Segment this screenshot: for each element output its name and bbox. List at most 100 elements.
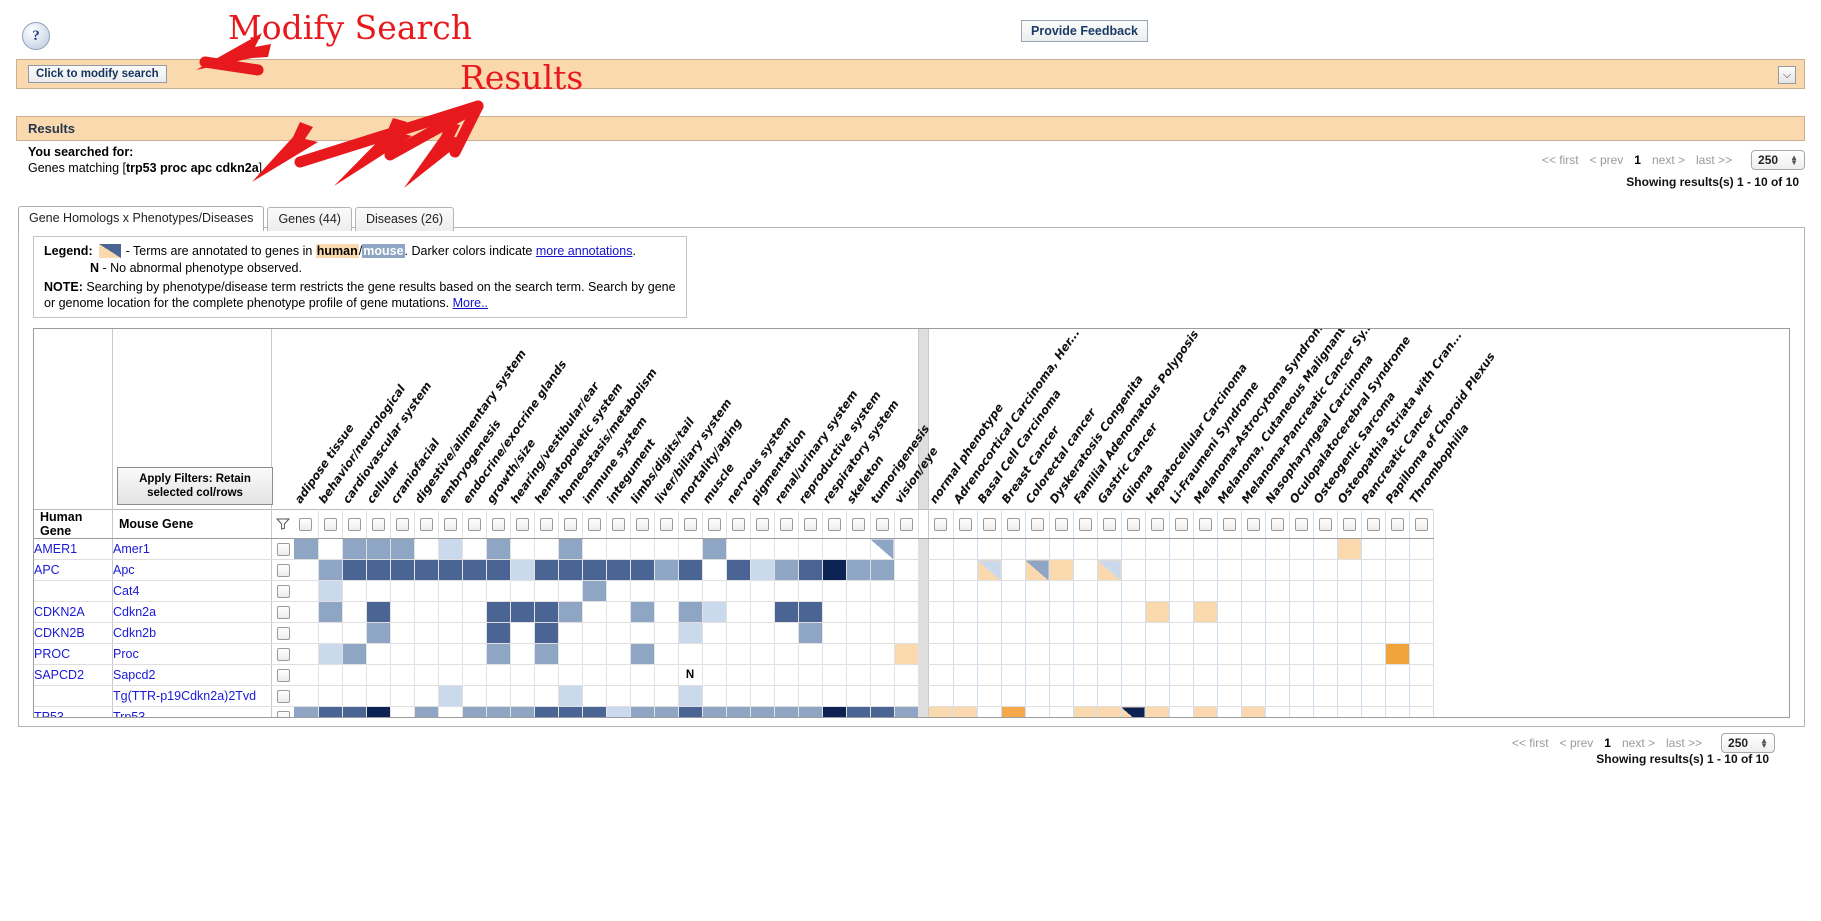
matrix-cell-phenotype[interactable]	[294, 559, 319, 581]
phenotype-column-checkbox-cell[interactable]	[486, 509, 511, 539]
disease-column-checkbox-cell[interactable]	[1385, 509, 1410, 539]
matrix-cell-phenotype[interactable]	[462, 643, 487, 665]
matrix-cell-disease[interactable]	[1001, 601, 1026, 623]
matrix-cell-phenotype[interactable]	[798, 580, 823, 602]
matrix-cell-phenotype[interactable]	[486, 580, 511, 602]
matrix-cell-phenotype[interactable]	[582, 559, 607, 581]
matrix-cell-disease[interactable]	[1289, 538, 1314, 560]
matrix-cell-disease[interactable]	[1193, 664, 1218, 686]
matrix-cell-disease[interactable]	[1361, 643, 1386, 665]
matrix-cell-phenotype[interactable]	[582, 706, 607, 717]
disease-column-header[interactable]: Nasopharyngeal Carcinoma	[1263, 329, 1376, 510]
matrix-cell-disease[interactable]	[977, 538, 1002, 560]
matrix-cell-disease[interactable]	[1361, 622, 1386, 644]
pager-next[interactable]: next >	[1652, 153, 1685, 167]
phenotype-column-header[interactable]: vision/eye	[892, 329, 941, 510]
phenotype-column-header[interactable]: endocrine/exocrine glands	[460, 329, 570, 510]
column-checkbox[interactable]	[827, 517, 841, 531]
matrix-cell-phenotype[interactable]	[486, 559, 511, 581]
matrix-cell-disease[interactable]	[1241, 559, 1266, 581]
matrix-cell-phenotype[interactable]	[390, 706, 415, 717]
matrix-cell-phenotype[interactable]	[726, 622, 751, 644]
column-checkbox[interactable]	[539, 517, 553, 531]
disease-column-checkbox-cell[interactable]	[953, 509, 978, 539]
column-checkbox[interactable]	[1342, 517, 1356, 531]
matrix-cell-phenotype[interactable]	[414, 580, 439, 602]
matrix-cell-phenotype[interactable]	[774, 643, 799, 665]
pager-first-bottom[interactable]: << first	[1512, 736, 1549, 750]
matrix-cell-phenotype[interactable]	[390, 580, 415, 602]
matrix-cell-disease[interactable]	[1073, 601, 1098, 623]
matrix-cell-phenotype[interactable]	[486, 538, 511, 560]
matrix-cell-disease[interactable]	[1193, 643, 1218, 665]
matrix-cell-disease[interactable]	[1073, 664, 1098, 686]
matrix-cell-disease[interactable]	[1145, 559, 1170, 581]
matrix-cell-disease[interactable]	[928, 664, 954, 686]
matrix-cell-disease[interactable]	[1409, 643, 1434, 665]
matrix-cell-phenotype[interactable]	[510, 601, 535, 623]
matrix-cell-phenotype[interactable]	[654, 643, 679, 665]
matrix-cell-phenotype[interactable]	[678, 685, 703, 707]
row-checkbox[interactable]	[276, 647, 290, 661]
column-checkbox[interactable]	[683, 517, 697, 531]
matrix-cell-phenotype[interactable]	[582, 685, 607, 707]
matrix-cell-phenotype[interactable]	[342, 622, 367, 644]
matrix-cell-phenotype[interactable]	[486, 685, 511, 707]
matrix-cell-phenotype[interactable]	[798, 664, 823, 686]
phenotype-column-header[interactable]: reproductive system	[796, 329, 884, 510]
matrix-cell-disease[interactable]	[1049, 538, 1074, 560]
matrix-cell-phenotype[interactable]	[414, 706, 439, 717]
matrix-cell-phenotype[interactable]	[438, 706, 463, 717]
matrix-cell-phenotype[interactable]	[342, 643, 367, 665]
matrix-cell-disease[interactable]	[1121, 664, 1146, 686]
column-checkbox[interactable]	[803, 517, 817, 531]
matrix-cell-phenotype[interactable]	[894, 643, 919, 665]
matrix-cell-disease[interactable]	[1049, 580, 1074, 602]
matrix-cell-phenotype[interactable]	[510, 643, 535, 665]
column-checkbox[interactable]	[851, 517, 865, 531]
matrix-cell-phenotype[interactable]	[534, 685, 559, 707]
phenotype-column-header[interactable]: integument	[604, 329, 659, 510]
matrix-cell-phenotype[interactable]	[318, 685, 343, 707]
matrix-cell-phenotype[interactable]	[558, 601, 583, 623]
matrix-cell-phenotype[interactable]	[462, 706, 487, 717]
matrix-cell-disease[interactable]	[1241, 706, 1266, 717]
row-checkbox-cell[interactable]	[271, 706, 294, 717]
matrix-cell-disease[interactable]	[953, 559, 978, 581]
column-checkbox[interactable]	[1294, 517, 1308, 531]
matrix-cell-disease[interactable]	[977, 622, 1002, 644]
matrix-cell-disease[interactable]	[1193, 580, 1218, 602]
matrix-cell-disease[interactable]	[1385, 559, 1410, 581]
matrix-cell-phenotype[interactable]	[678, 643, 703, 665]
matrix-cell-phenotype[interactable]	[486, 664, 511, 686]
matrix-cell-phenotype[interactable]	[726, 601, 751, 623]
matrix-cell-phenotype[interactable]	[654, 538, 679, 560]
matrix-cell-disease[interactable]	[1385, 601, 1410, 623]
matrix-cell-disease[interactable]	[1049, 706, 1074, 717]
matrix-cell-disease[interactable]	[1409, 538, 1434, 560]
matrix-cell-disease[interactable]	[1313, 601, 1338, 623]
matrix-cell-disease[interactable]	[1121, 538, 1146, 560]
mouse-gene-link[interactable]: Tg(TTR-p19Cdkn2a)2Tvd	[112, 685, 272, 707]
phenotype-column-checkbox-cell[interactable]	[774, 509, 799, 539]
matrix-cell-disease[interactable]	[1121, 580, 1146, 602]
matrix-cell-phenotype[interactable]	[462, 580, 487, 602]
column-checkbox[interactable]	[491, 517, 505, 531]
matrix-cell-disease[interactable]	[1385, 643, 1410, 665]
matrix-cell-disease[interactable]	[1169, 706, 1194, 717]
matrix-cell-disease[interactable]	[977, 643, 1002, 665]
matrix-cell-disease[interactable]	[1241, 643, 1266, 665]
matrix-cell-phenotype[interactable]	[654, 664, 679, 686]
phenotype-column-checkbox-cell[interactable]	[534, 509, 559, 539]
matrix-cell-disease[interactable]	[1073, 685, 1098, 707]
matrix-cell-disease[interactable]	[1169, 601, 1194, 623]
matrix-cell-disease[interactable]	[1001, 622, 1026, 644]
matrix-cell-disease[interactable]	[1241, 601, 1266, 623]
matrix-cell-phenotype[interactable]	[702, 685, 727, 707]
matrix-cell-disease[interactable]	[977, 559, 1002, 581]
matrix-cell-phenotype[interactable]	[438, 580, 463, 602]
matrix-cell-disease[interactable]	[1265, 601, 1290, 623]
matrix-cell-disease[interactable]	[1313, 538, 1338, 560]
matrix-cell-disease[interactable]	[1145, 580, 1170, 602]
matrix-cell-phenotype[interactable]	[798, 706, 823, 717]
